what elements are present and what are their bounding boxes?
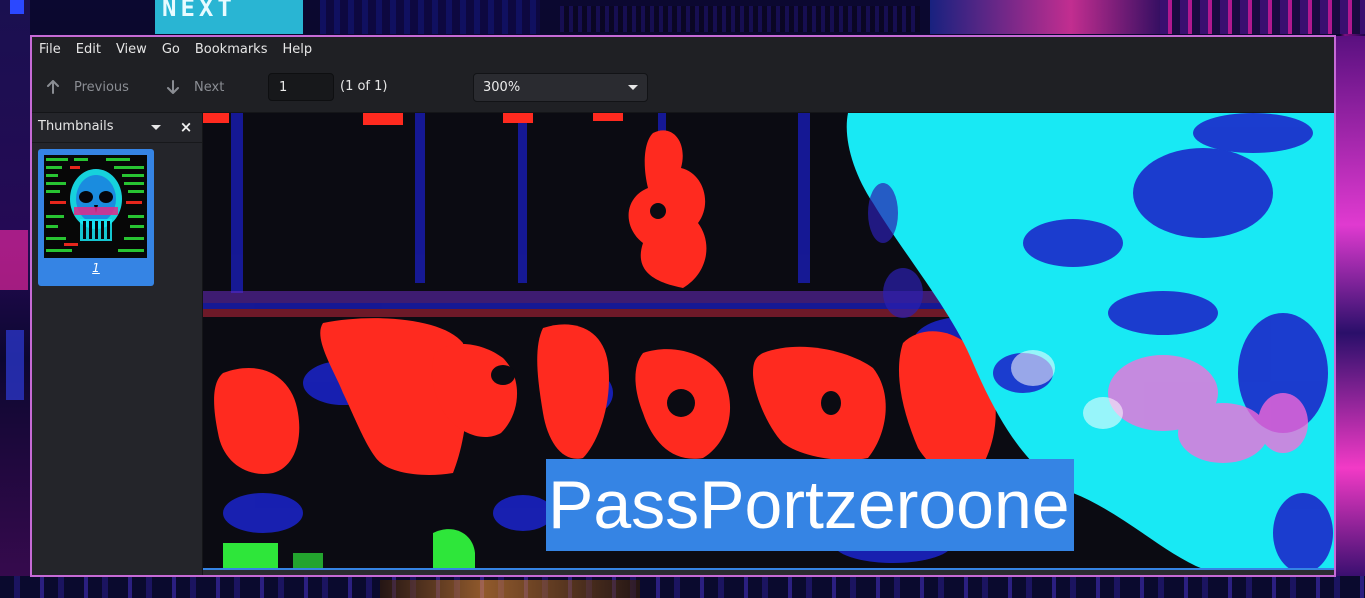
document-viewer-window: File Edit View Go Bookmarks Help Previou… [30,35,1336,577]
document-page: PassPortzeroone [203,113,1334,569]
menu-go[interactable]: Go [155,37,188,62]
menu-bar: File Edit View Go Bookmarks Help [32,37,1334,62]
previous-page-button[interactable]: Previous [46,72,129,102]
zoom-value: 300% [483,80,521,95]
chevron-down-icon[interactable] [151,125,161,130]
next-page-label: Next [194,79,225,95]
selected-text[interactable]: PassPortzeroone [546,459,1074,551]
wallpaper-decoration [930,0,1165,34]
horizontal-scrollbar[interactable] [203,568,1334,570]
sidebar: Thumbnails × 1 [32,113,203,575]
thumbnail-image [44,155,147,258]
arrow-up-icon [46,80,60,94]
thumbnail-page-label: 1 [92,261,100,275]
page-count-label: (1 of 1) [340,79,388,94]
wallpaper-decoration [10,0,24,14]
menu-file[interactable]: File [32,37,69,62]
previous-page-label: Previous [74,79,129,95]
zoom-select[interactable]: 300% [473,73,648,102]
sidebar-title: Thumbnails [38,119,114,134]
thumbnail-item[interactable]: 1 [38,149,154,286]
menu-bookmarks[interactable]: Bookmarks [188,37,276,62]
chevron-down-icon [628,85,638,90]
next-page-button[interactable]: Next [166,72,224,102]
page-number-input[interactable] [268,73,334,101]
close-icon[interactable]: × [179,113,193,141]
sidebar-header: Thumbnails × [32,113,202,143]
menu-view[interactable]: View [109,37,155,62]
wallpaper-decoration [1336,36,1365,576]
menu-edit[interactable]: Edit [69,37,109,62]
wallpaper-text: NEXT [162,0,236,22]
wallpaper-decoration [560,6,920,32]
menu-help[interactable]: Help [275,37,320,62]
wallpaper-decoration [0,576,1365,598]
toolbar: Previous Next (1 of 1) 300% [32,62,1334,113]
wallpaper-decoration [320,0,540,34]
wallpaper-decoration [380,580,640,598]
wallpaper-decoration [0,230,28,290]
wallpaper-decoration [0,0,30,598]
arrow-down-icon [166,80,180,94]
wallpaper-decoration [6,330,24,400]
document-view[interactable]: PassPortzeroone [203,113,1334,575]
wallpaper-decoration [1160,0,1365,34]
